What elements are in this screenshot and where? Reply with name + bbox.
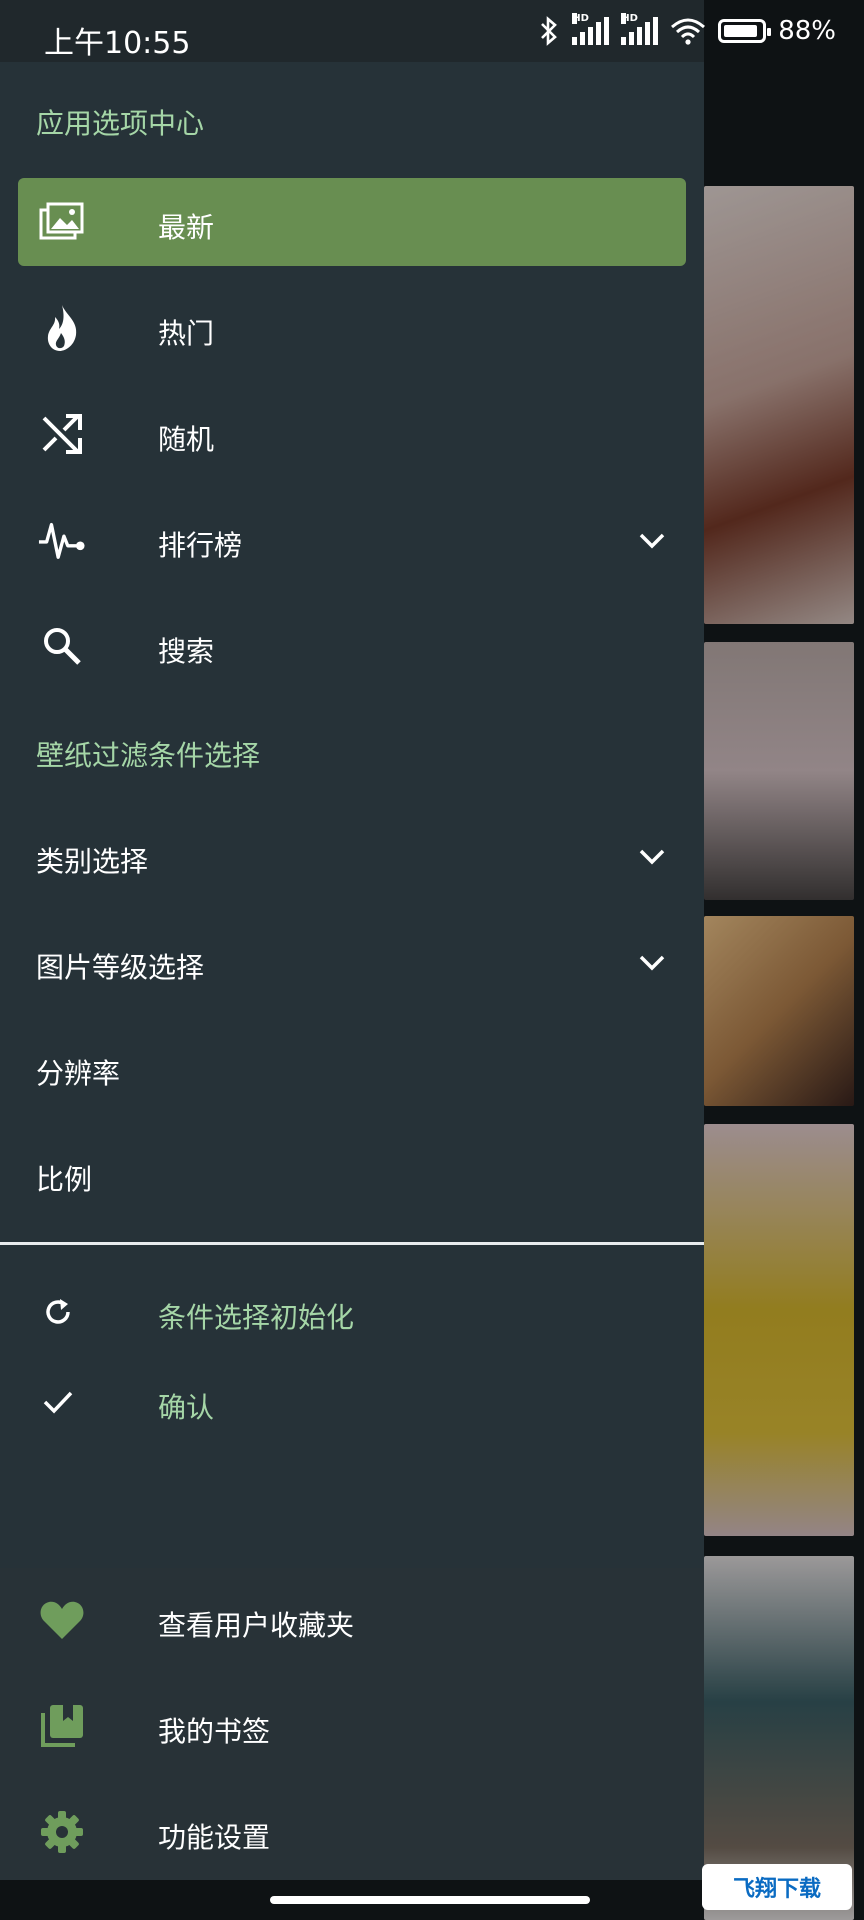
nav-item-hot[interactable]: 热门 <box>18 284 686 372</box>
status-bar: 上午10:55 HD HD 88% <box>0 0 864 62</box>
action-label: 确认 <box>158 1391 215 1424</box>
chevron-down-icon <box>639 955 665 971</box>
watermark-logo: 飞翔下载 <box>702 1864 852 1910</box>
heart-icon <box>38 1596 86 1644</box>
wifi-icon <box>671 18 706 45</box>
cellular-signal-icon: HD <box>572 13 610 45</box>
reset-filters-button[interactable]: 条件选择初始化 <box>0 1268 704 1356</box>
drawer-header-title: 应用选项中心 <box>36 107 205 140</box>
image-icon <box>38 198 86 246</box>
chevron-down-icon <box>639 849 665 865</box>
pulse-icon <box>38 516 86 564</box>
cellular-signal-icon-2: HD <box>621 13 659 45</box>
battery-percent: 88% <box>778 16 836 46</box>
refresh-icon <box>46 1299 70 1324</box>
filter-label: 比例 <box>36 1163 93 1196</box>
nav-item-ranking[interactable]: 排行榜 <box>18 496 686 584</box>
confirm-button[interactable]: 确认 <box>0 1358 704 1446</box>
nav-item-label: 我的书签 <box>158 1715 271 1748</box>
watermark-text: 飞翔下载 <box>732 1877 821 1902</box>
nav-item-label: 随机 <box>158 423 215 456</box>
chevron-down-icon <box>639 533 665 549</box>
nav-item-label: 排行榜 <box>158 529 243 562</box>
bookmarks-icon <box>38 1702 86 1750</box>
fire-icon <box>38 304 86 352</box>
filter-category[interactable]: 类别选择 <box>0 812 704 900</box>
status-icons: HD HD 88% <box>538 13 836 46</box>
nav-item-label: 查看用户收藏夹 <box>158 1609 355 1642</box>
nav-item-label: 最新 <box>158 211 215 244</box>
navigation-drawer: 应用选项中心 最新 热门 随机 排行榜 搜索 壁纸过滤条件选择 类别选择 图片等… <box>0 0 704 1880</box>
filter-section-title: 壁纸过滤条件选择 <box>36 739 261 772</box>
nav-item-favorites[interactable]: 查看用户收藏夹 <box>18 1576 686 1664</box>
nav-item-bookmarks[interactable]: 我的书签 <box>18 1682 686 1770</box>
filter-label: 类别选择 <box>36 845 149 878</box>
drawer-footer: 查看用户收藏夹 我的书签 功能设置 <box>0 1568 704 1880</box>
nav-item-search[interactable]: 搜索 <box>18 602 686 690</box>
filter-label: 分辨率 <box>36 1057 121 1090</box>
filter-ratio[interactable]: 比例 <box>0 1130 704 1218</box>
filter-resolution[interactable]: 分辨率 <box>0 1024 704 1112</box>
home-indicator[interactable] <box>270 1896 590 1904</box>
filter-image-level[interactable]: 图片等级选择 <box>0 918 704 1006</box>
battery-icon <box>718 19 772 43</box>
hd-label-2: HD <box>621 13 638 24</box>
nav-item-settings[interactable]: 功能设置 <box>18 1788 686 1876</box>
nav-item-latest[interactable]: 最新 <box>18 178 686 266</box>
gear-icon <box>38 1808 86 1856</box>
check-icon <box>43 1391 73 1414</box>
nav-item-label: 搜索 <box>158 635 215 668</box>
filter-label: 图片等级选择 <box>36 951 205 984</box>
status-time: 上午10:55 <box>44 26 191 61</box>
shuffle-icon <box>38 410 86 458</box>
action-label: 条件选择初始化 <box>158 1301 355 1334</box>
divider <box>0 1242 704 1245</box>
nav-item-label: 热门 <box>158 317 215 350</box>
search-icon <box>38 622 86 670</box>
nav-item-random[interactable]: 随机 <box>18 390 686 478</box>
bluetooth-icon <box>541 16 558 46</box>
hd-label: HD <box>572 13 589 24</box>
nav-item-label: 功能设置 <box>158 1821 271 1854</box>
